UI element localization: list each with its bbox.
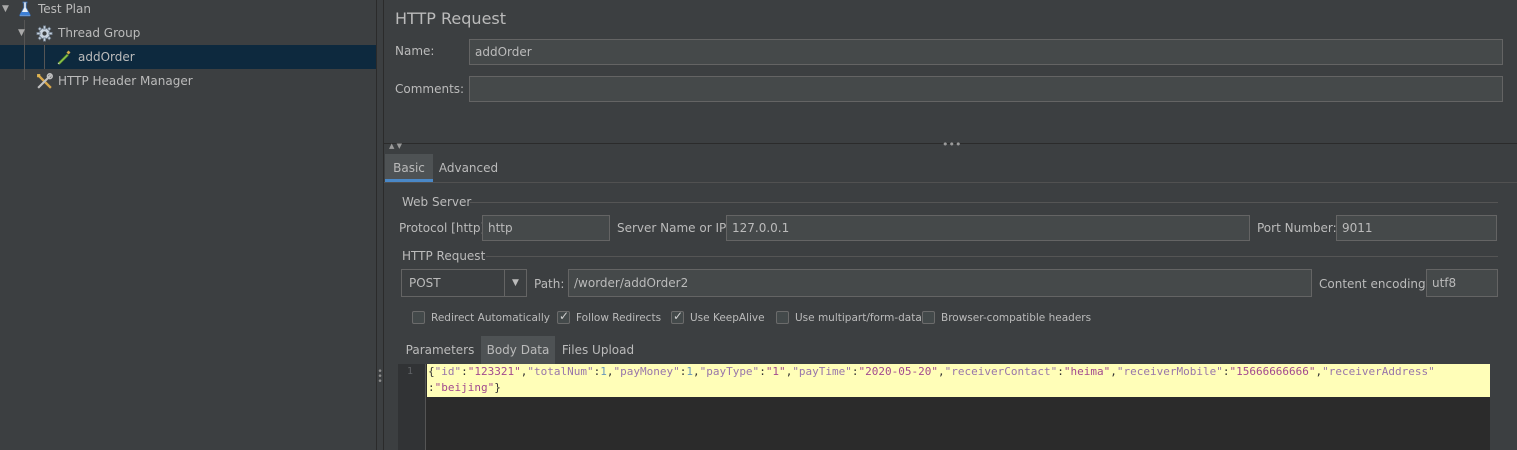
use-keepalive-checkbox[interactable]: ✓ <box>671 309 684 324</box>
splitter-horizontal[interactable]: ▲ ▼ ••• <box>384 138 1517 154</box>
checkbox-label: Use multipart/form-data <box>795 312 922 324</box>
name-label: Name: <box>395 44 435 58</box>
line-number: 1 <box>407 366 414 377</box>
comments-field[interactable] <box>469 76 1503 102</box>
method-value: POST <box>409 276 441 290</box>
code-token: "payMoney" <box>613 365 680 378</box>
tree-item-test-plan[interactable]: ▼ Test Plan <box>0 0 376 21</box>
code-token: , <box>1110 365 1117 378</box>
code-token: { <box>428 365 435 378</box>
code-token: : <box>1057 365 1064 378</box>
tab-advanced[interactable]: Advanced <box>435 154 502 182</box>
code-token: : <box>461 365 468 378</box>
comments-label: Comments: <box>395 82 465 96</box>
gear-icon <box>36 25 53 42</box>
method-select[interactable]: POST ▼ <box>401 269 527 297</box>
http-request-section-label: HTTP Request <box>402 249 486 263</box>
checkbox-label: Follow Redirects <box>576 312 662 324</box>
page-title: HTTP Request <box>395 9 507 28</box>
check-icon: ✓ <box>673 309 684 323</box>
tab-parameters[interactable]: Parameters <box>399 336 481 364</box>
tree-item-thread-group[interactable]: ▼ Thread Group <box>0 21 376 45</box>
protocol-label: Protocol [http]: <box>399 221 490 235</box>
code-token: , <box>692 365 700 378</box>
code-token: "1" <box>765 365 786 378</box>
tab-basic[interactable]: Basic <box>385 154 433 182</box>
tree-item-add-order[interactable]: addOrder <box>0 45 376 69</box>
pipette-icon <box>56 49 72 65</box>
server-name-label: Server Name or IP: <box>617 221 731 235</box>
code-token: , <box>938 365 945 378</box>
test-plan-tree[interactable]: ▼ Test Plan ▼ Thread Group addOrder HTTP… <box>0 0 376 450</box>
wrench-icon <box>36 73 53 89</box>
line-number-gutter: 1 <box>398 364 426 450</box>
code-token: "id" <box>434 365 462 378</box>
check-icon: ✓ <box>559 309 570 323</box>
section-divider <box>470 202 1498 203</box>
tree-item-label: Thread Group <box>58 26 141 40</box>
code-token: } <box>494 381 501 394</box>
code-token: "beijing" <box>434 381 495 394</box>
protocol-field[interactable]: http <box>482 215 610 241</box>
code-token: "payType" <box>699 365 760 378</box>
code-token: : <box>428 381 435 394</box>
content-encoding-label: Content encoding: <box>1319 277 1430 291</box>
code-token: "2020-05-20" <box>858 365 939 378</box>
code-token: "payTime" <box>792 365 852 378</box>
splitter-grip-icon: ••• <box>377 367 383 387</box>
expand-arrow-icon[interactable]: ▼ <box>18 21 28 45</box>
editor-scrollbar[interactable] <box>1490 364 1500 450</box>
code-token: 1 <box>686 365 693 378</box>
tree-item-label: Test Plan <box>38 2 91 16</box>
splitter-grip-icon: ••• <box>942 138 962 151</box>
tree-item-label: addOrder <box>78 50 135 64</box>
code-token: 1 <box>600 365 607 378</box>
code-line-2: :"beijing"} <box>428 380 501 396</box>
tree-item-label: HTTP Header Manager <box>58 74 193 88</box>
splitter-vertical[interactable]: • • • <box>376 0 384 450</box>
port-label: Port Number: <box>1257 221 1337 235</box>
code-token: "totalNum" <box>527 365 594 378</box>
checkbox-label: Use KeepAlive <box>690 312 765 324</box>
code-token: "receiverContact" <box>944 365 1058 378</box>
tab-body-data[interactable]: Body Data <box>481 336 555 364</box>
code-token: "receiverMobile" <box>1116 365 1223 378</box>
use-multipart-checkbox[interactable] <box>776 311 789 324</box>
expand-arrow-icon[interactable]: ▼ <box>2 0 12 21</box>
tree-item-http-header-manager[interactable]: HTTP Header Manager <box>0 69 376 93</box>
code-token: "receiverAddress" <box>1322 365 1435 378</box>
code-token: "123321" <box>467 365 521 378</box>
redirect-automatically-checkbox[interactable] <box>412 311 425 324</box>
content-encoding-field[interactable]: utf8 <box>1426 269 1498 297</box>
collapse-arrows-icon[interactable]: ▲ ▼ <box>389 142 402 150</box>
path-label: Path: <box>534 277 565 291</box>
code-line-1: {"id":"123321","totalNum":1,"payMoney":1… <box>428 364 1435 380</box>
code-token: : <box>759 365 766 378</box>
tab-files-upload[interactable]: Files Upload <box>555 336 641 364</box>
checkbox-label: Browser-compatible headers <box>941 312 1092 324</box>
chevron-down-icon[interactable]: ▼ <box>504 270 526 296</box>
tabs-divider <box>384 182 1517 183</box>
web-server-section-label: Web Server <box>402 195 472 209</box>
code-token: "heima" <box>1063 365 1111 378</box>
code-token: "15666666666" <box>1229 365 1316 378</box>
code-token: : <box>851 365 859 378</box>
server-name-field[interactable]: 127.0.0.1 <box>726 215 1250 241</box>
name-field[interactable]: addOrder <box>469 39 1503 65</box>
path-field[interactable]: /worder/addOrder2 <box>568 269 1312 297</box>
port-field[interactable]: 9011 <box>1336 215 1497 241</box>
browser-compatible-headers-checkbox[interactable] <box>922 311 935 324</box>
flask-icon <box>17 1 33 17</box>
section-divider <box>486 256 1498 257</box>
checkbox-label: Redirect Automatically <box>431 312 550 324</box>
follow-redirects-checkbox[interactable]: ✓ <box>557 309 570 324</box>
